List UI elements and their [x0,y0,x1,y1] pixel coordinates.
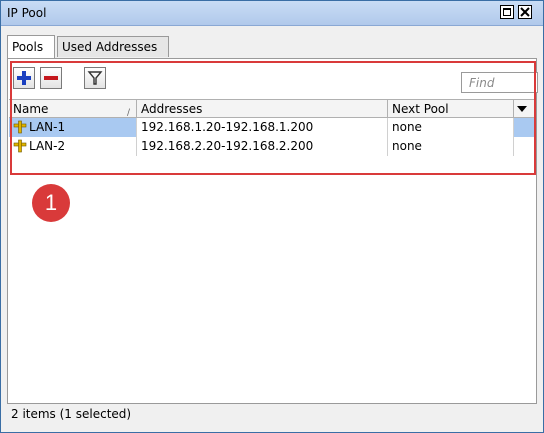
status-text: 2 items (1 selected) [11,407,132,421]
close-icon [520,7,530,17]
maximize-button[interactable] [500,5,514,19]
maximize-icon [503,8,511,16]
annotation-highlight-box [10,61,536,175]
annotation-marker: 1 [32,184,70,222]
tab-pools[interactable]: Pools [7,35,55,58]
status-bar: 2 items (1 selected) [7,403,537,425]
ip-pool-window: IP Pool Pools Used Addresses Find Name ∕… [0,0,544,433]
tab-used-addresses[interactable]: Used Addresses [57,36,169,57]
window-title: IP Pool [7,6,47,20]
title-bar[interactable]: IP Pool [1,1,543,26]
close-button[interactable] [518,5,532,19]
